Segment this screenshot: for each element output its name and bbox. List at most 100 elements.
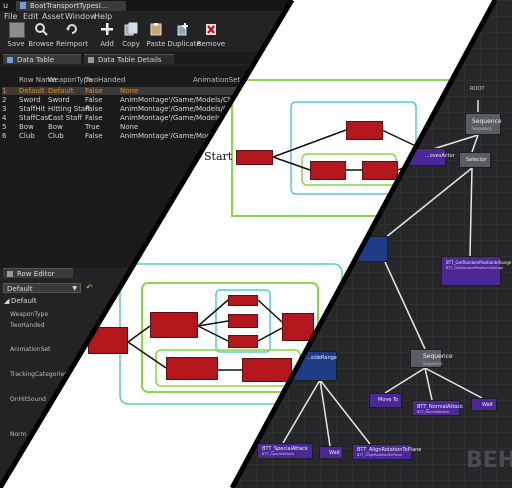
behavior-tree-watermark: BEH: [466, 448, 512, 473]
row-index: 1: [2, 87, 7, 95]
task-box: [362, 161, 398, 180]
special-attack-label: BTT_SpecialAttack: [262, 446, 308, 452]
reset-arrow-icon[interactable]: ↶: [86, 283, 93, 292]
save-icon: [9, 22, 25, 38]
row-index: 5: [2, 123, 7, 131]
data-table-icon: [20, 2, 26, 9]
task-box: [282, 313, 314, 341]
field-two-handed: TwoHanded: [10, 322, 45, 329]
sequence-node-mid[interactable]: Sequence Sequence: [410, 349, 453, 368]
row-name: StaffCast: [19, 114, 51, 122]
browse-button[interactable]: Browse: [26, 20, 56, 50]
wait-node[interactable]: Wait: [471, 398, 497, 411]
row-two-handed: False: [85, 114, 103, 122]
unreal-logo-icon: u: [3, 1, 9, 10]
task-box: [242, 358, 292, 382]
row-index: 6: [2, 132, 7, 140]
field-weapon-type: WeaponType: [10, 311, 49, 318]
tab-details-label: Data Table Details: [98, 56, 162, 64]
row-type: Default: [48, 87, 74, 95]
task-box: [166, 357, 218, 380]
row-name: Club: [19, 132, 35, 140]
asset-tab-title: BoatTransportTypesI...: [30, 2, 108, 10]
sequence-mid-label: Sequence: [423, 353, 453, 360]
get-random-label: BTT_GetRandomPositionInRange: [446, 260, 512, 265]
row-select-dropdown[interactable]: Default ▼: [3, 283, 81, 293]
selector-node[interactable]: Selector: [459, 152, 491, 168]
start-box: [236, 150, 273, 165]
normal-attack-node[interactable]: BTT_NormalAttack BTT_NormalAttack: [412, 400, 464, 416]
row-type: Club: [48, 132, 64, 140]
row-index: 2: [2, 96, 7, 104]
cyan-group: [290, 101, 417, 195]
align-rotation-node[interactable]: BTT_AlignRotationToPlane BTT_AlignRotati…: [352, 444, 422, 460]
edge: [127, 341, 167, 369]
tab-row-editor[interactable]: Row Editor: [3, 268, 73, 278]
add-icon: [101, 23, 113, 35]
row-select-value: Default: [7, 285, 33, 293]
remove-icon: [206, 24, 216, 35]
special-attack-sub: BTT_SpecialAttack: [262, 452, 295, 456]
col-animation-set[interactable]: AnimationSet: [193, 76, 240, 84]
col-two-handed[interactable]: TwoHanded: [85, 76, 125, 84]
table-icon: [7, 57, 13, 63]
paste-icon: [150, 23, 162, 36]
row-name: StaffHit: [19, 105, 46, 113]
align-label: BTT_AlignRotationToPlane: [357, 447, 422, 453]
wait2-label: Wait: [329, 450, 341, 456]
sequence-sub: Sequence: [472, 126, 492, 131]
reimport-label: Reimport: [56, 40, 88, 48]
edge: [127, 325, 151, 343]
move-to-node[interactable]: Move To: [369, 393, 402, 408]
field-norm: Norm: [10, 431, 27, 438]
align-sub: BTT_AlignRotationToPlane: [357, 453, 403, 457]
sequence-node-top[interactable]: Sequence Sequence: [465, 113, 502, 135]
row-two-handed: True: [85, 123, 100, 131]
details-icon: [88, 57, 94, 63]
wait-node-2[interactable]: Wait: [319, 446, 343, 459]
task-box: [346, 121, 383, 140]
row-editor-icon: [7, 271, 13, 277]
asset-tab[interactable]: BoatTransportTypesI...: [16, 1, 126, 11]
root-node[interactable]: ROOT: [470, 86, 484, 92]
sequence-label: Sequence: [472, 118, 502, 125]
row-two-handed: False: [85, 87, 103, 95]
tab-data-table-details[interactable]: Data Table Details: [84, 54, 174, 64]
wait-label: Wait: [482, 402, 494, 408]
task-box: [228, 314, 258, 328]
row-index: 4: [2, 114, 7, 122]
section-collapse-icon[interactable]: ◢: [4, 297, 9, 305]
row-anim: None: [120, 123, 139, 131]
reimport-icon: [66, 24, 77, 34]
normal-attack-sub: BTT_NormalAttack: [417, 410, 450, 414]
special-attack-node[interactable]: BTT_SpecialAttack BTT_SpecialAttack: [257, 443, 313, 459]
edge: [272, 129, 347, 158]
browse-icon: [35, 23, 48, 36]
get-random-sub: BTT_GetRandomPositionInRange: [446, 266, 504, 270]
reimport-button[interactable]: Reimport: [56, 20, 88, 50]
copy-icon: [124, 22, 138, 36]
sequence-mid-sub: Sequence: [423, 361, 443, 366]
field-on-hit-sound: OnHitSound: [10, 396, 46, 403]
task-box: [310, 161, 346, 180]
tab-data-table[interactable]: Data Table: [3, 54, 81, 64]
row-editor-title: Row Editor: [17, 270, 55, 278]
remove-label: Remove: [196, 40, 226, 48]
row-two-handed: False: [85, 132, 103, 140]
row-type: Bow: [48, 123, 63, 131]
row-index: 3: [2, 105, 7, 113]
row-name: Bow: [19, 123, 34, 131]
tab-data-table-label: Data Table: [17, 56, 55, 64]
normal-attack-label: BTT_NormalAttack: [417, 404, 464, 410]
duplicate-icon: [177, 23, 188, 36]
task-box: [228, 335, 258, 348]
selector-label: Selector: [466, 157, 487, 163]
get-random-position-node[interactable]: BTT_GetRandomPositionInRange BTT_GetRand…: [441, 256, 512, 286]
remove-button[interactable]: Remove: [196, 20, 226, 50]
row-two-handed: False: [85, 96, 103, 104]
task-box: [88, 327, 128, 354]
row-anim: None: [120, 87, 139, 95]
section-default: Default: [11, 297, 37, 305]
row-name: Default: [19, 87, 45, 95]
edge: [381, 129, 421, 149]
